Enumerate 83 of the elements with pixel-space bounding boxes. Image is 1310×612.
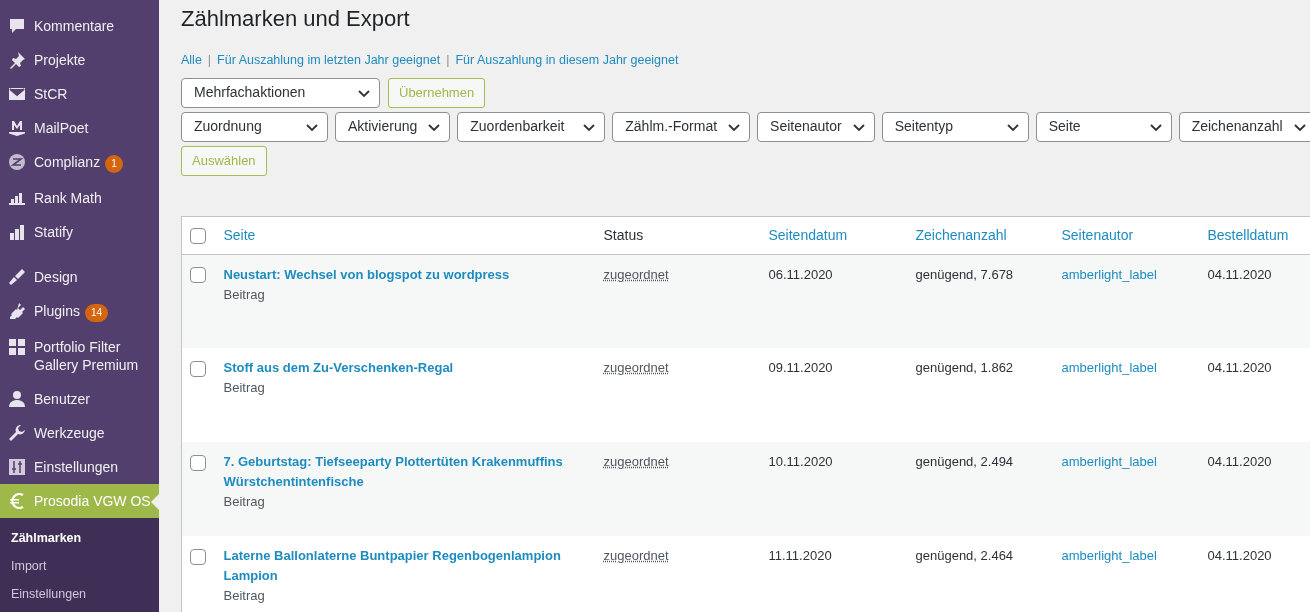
post-type: Beitrag <box>223 493 265 512</box>
character-count-cell: genügend, 1.862 <box>915 360 1014 376</box>
separator: | <box>446 52 450 69</box>
sidebar-item[interactable]: StCR <box>0 77 159 111</box>
order-date-cell: 04.11.2020 <box>1207 454 1272 470</box>
sidebar-item[interactable]: Portfolio Filter Gallery Premium <box>0 330 159 382</box>
date-cell: 11.11.2020 <box>768 548 832 564</box>
submenu-item[interactable]: Zählmarken <box>0 524 159 552</box>
order-date-cell: 04.11.2020 <box>1207 548 1272 564</box>
wrench-icon <box>8 424 26 442</box>
author-link[interactable]: amberlight_label <box>1061 360 1157 376</box>
submenu-item[interactable]: Import <box>0 552 159 580</box>
sidebar-item[interactable]: Werkzeuge <box>0 416 159 450</box>
checkbox[interactable] <box>190 360 206 377</box>
sidebar-item[interactable]: Einstellungen <box>0 450 159 484</box>
sidebar-item[interactable]: Plugins 14 <box>0 294 159 330</box>
dropdown[interactable]: Zeichenanzahl <box>1178 111 1310 142</box>
post-type: Beitrag <box>223 285 265 304</box>
checkbox[interactable] <box>190 548 206 565</box>
dropdown[interactable]: Zuordenbarkeit <box>457 111 606 142</box>
sidebar-item[interactable]: Complianz 1 <box>0 145 159 181</box>
order-date-cell: 04.11.2020 <box>1207 266 1272 282</box>
menu-pointer-icon <box>151 494 159 510</box>
post-title-link[interactable]: Laterne Ballonlaterne Buntpapier Regenbogenlampion Lampion <box>223 546 588 587</box>
date-cell: 06.11.2020 <box>768 266 833 282</box>
bar-chart-icon <box>8 223 26 241</box>
count-badge: 14 <box>84 304 109 322</box>
paintbrush-icon <box>8 268 26 286</box>
sliders-icon <box>8 458 26 476</box>
sidebar-item[interactable]: Design <box>0 260 159 294</box>
dropdown[interactable]: Aktivierung <box>335 111 451 142</box>
date-cell: 10.11.2020 <box>768 454 833 470</box>
checkbox[interactable] <box>190 228 206 245</box>
checkbox[interactable] <box>190 267 206 284</box>
column-header: Status <box>603 226 644 243</box>
submenu-item[interactable]: Einstellungen <box>0 580 159 608</box>
plug-icon <box>8 302 26 320</box>
post-type: Beitrag <box>223 379 265 398</box>
column-header-link[interactable]: Seitendatum <box>768 226 848 243</box>
dropdown[interactable]: Mehrfachaktionen <box>181 77 380 108</box>
sidebar-item[interactable]: Benutzer <box>0 382 159 416</box>
speech-bubble-icon <box>8 17 26 35</box>
sidebar-item[interactable]: MailPoet <box>0 111 159 145</box>
status-text: zugeordnet <box>603 548 669 564</box>
character-count-cell: genügend, 2.494 <box>915 454 1014 470</box>
separator: | <box>207 52 212 69</box>
column-header-link[interactable]: Seitenautor <box>1061 226 1134 243</box>
count-badge: 1 <box>105 155 123 173</box>
post-title-link[interactable]: 7. Geburtstag: Tiefseeparty Plottertüten Krakenmuffins Würstchentintenfische <box>223 452 588 493</box>
status-text: zugeordnet <box>603 266 669 282</box>
order-date-cell: 04.11.2020 <box>1207 360 1272 376</box>
date-cell: 09.11.2020 <box>768 360 833 376</box>
person-icon <box>8 390 26 408</box>
status-text: zugeordnet <box>603 454 669 470</box>
dropdown[interactable]: Zuordnung <box>181 111 328 142</box>
character-count-cell: genügend, 7.678 <box>915 266 1014 282</box>
checkbox[interactable] <box>190 454 206 471</box>
sidebar-item[interactable]: Projekte <box>0 43 159 77</box>
sidebar-item[interactable]: Statify <box>0 215 159 249</box>
logo-icon <box>8 119 26 137</box>
page-title: Zählmarken und Export <box>181 5 411 33</box>
circle-icon <box>8 153 26 171</box>
dropdown[interactable]: Seitentyp <box>881 111 1029 142</box>
column-header-link[interactable]: Bestelldatum <box>1207 226 1289 243</box>
author-link[interactable]: amberlight_label <box>1061 266 1157 282</box>
sidebar-item[interactable]: Rank Math <box>0 181 159 215</box>
sidebar-item[interactable]: Kommentare <box>0 9 159 43</box>
author-link[interactable]: amberlight_label <box>1061 548 1157 564</box>
status-text: zugeordnet <box>603 360 669 376</box>
pin-icon <box>8 51 26 69</box>
post-title-link[interactable]: Neustart: Wechsel von blogspot zu wordpress <box>223 264 588 285</box>
post-title-link[interactable]: Stoff aus dem Zu-Verschenken-Regal <box>223 358 588 379</box>
post-type: Beitrag <box>223 587 265 606</box>
dropdown[interactable]: Zählm.-Format <box>612 111 751 142</box>
euro-icon <box>8 492 26 510</box>
envelope-icon <box>8 85 26 103</box>
character-count-cell: genügend, 2.464 <box>915 548 1014 564</box>
column-header-link[interactable]: Zeichenanzahl <box>915 226 1007 243</box>
column-header-link[interactable]: Seite <box>223 226 256 243</box>
dropdown[interactable]: Seitenautor <box>757 111 875 142</box>
author-link[interactable]: amberlight_label <box>1061 454 1157 470</box>
dropdown[interactable]: Seite <box>1035 111 1172 142</box>
grid-icon <box>8 338 26 356</box>
